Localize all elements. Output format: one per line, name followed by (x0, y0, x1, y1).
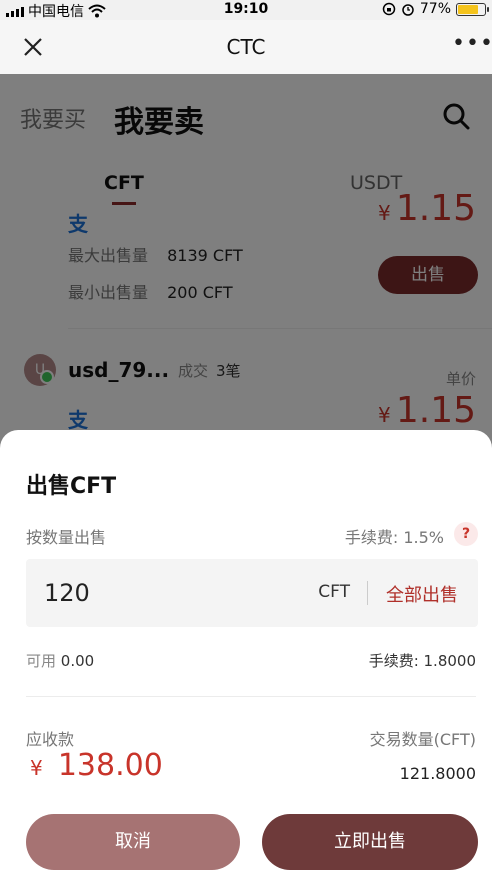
sell-mode-label: 按数量出售 (26, 528, 107, 547)
receivable-currency: ¥ (30, 756, 43, 780)
trade-quantity-value: 121.8000 (399, 764, 476, 783)
battery-level (458, 4, 479, 14)
sell-sheet: 出售CFT 按数量出售 手续费: 1.5% ? CFT 全部出售 可用 0.00… (0, 430, 492, 893)
sheet-title: 出售CFT (26, 474, 117, 499)
help-icon[interactable]: ? (454, 522, 478, 546)
more-icon[interactable]: ••• (452, 33, 492, 60)
trade-quantity-label: 交易数量(CFT) (369, 730, 476, 749)
receivable-label: 应收款 (26, 730, 75, 749)
amount-input[interactable] (44, 559, 244, 627)
sell-now-button[interactable]: 立即出售 (262, 814, 478, 870)
battery-percent: 77% (419, 1, 451, 17)
battery-icon (456, 2, 489, 16)
divider (26, 696, 476, 697)
fee-amount: 手续费: 1.8000 (368, 652, 476, 670)
status-bar: 中国电信 19:10 77% (0, 0, 492, 20)
sell-all-button[interactable]: 全部出售 (386, 581, 458, 607)
alarm-icon (402, 4, 414, 16)
nav-bar: CTC ••• (0, 20, 492, 74)
receivable-amount: ¥ 138.00 (30, 748, 163, 783)
receivable-value: 138.00 (57, 748, 163, 783)
available-balance: 可用 0.00 (26, 650, 94, 671)
fee-rate: 手续费: 1.5% (344, 528, 444, 547)
available-value: 0.00 (60, 652, 95, 670)
available-label: 可用 (26, 652, 57, 670)
amount-unit: CFT (318, 582, 350, 602)
status-right: 77% (382, 1, 489, 17)
divider (367, 581, 368, 605)
rotation-lock-icon (382, 2, 396, 16)
nav-title: CTC (226, 35, 266, 59)
amount-field: CFT 全部出售 (26, 559, 478, 627)
cancel-button[interactable]: 取消 (26, 814, 240, 870)
